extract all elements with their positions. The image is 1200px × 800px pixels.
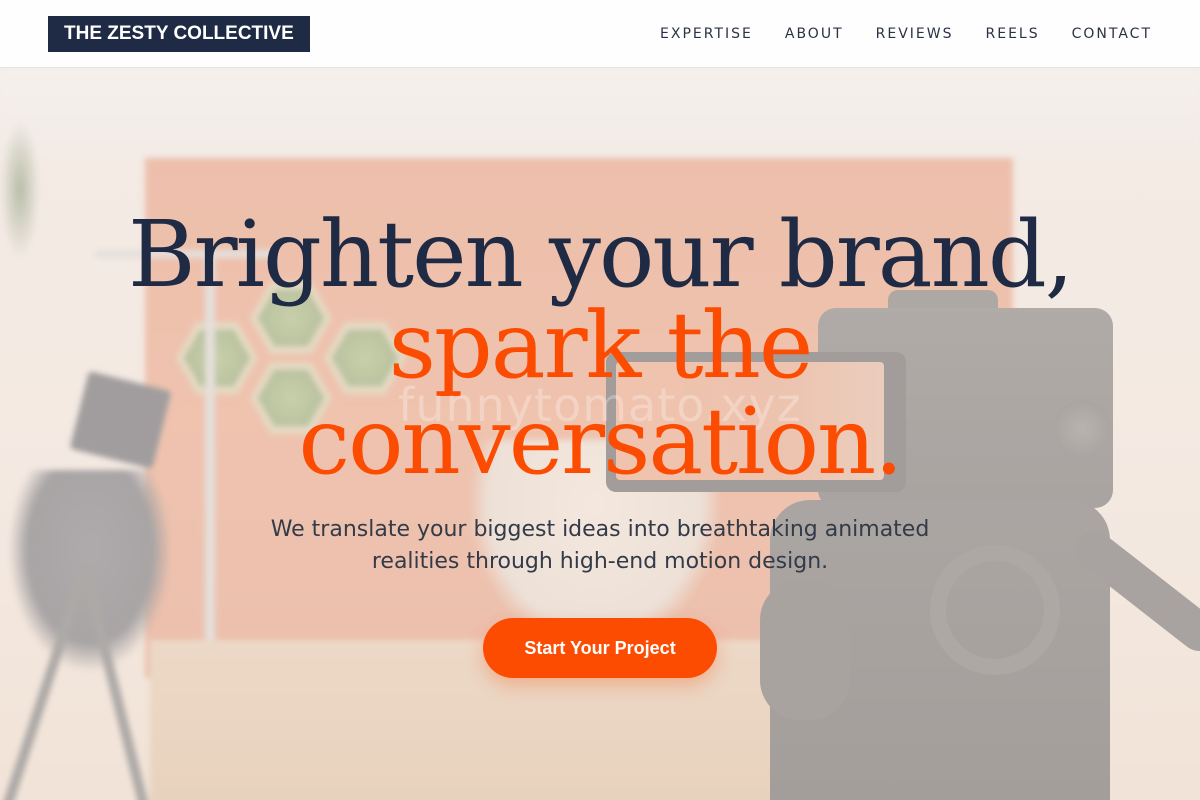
nav-link-reviews[interactable]: REVIEWS — [876, 26, 954, 42]
nav-link-reels[interactable]: REELS — [986, 26, 1040, 42]
start-project-button[interactable]: Start Your Project — [483, 618, 717, 678]
site-header: THE ZESTY COLLECTIVE EXPERTISE ABOUT REV… — [0, 0, 1200, 68]
nav-link-contact[interactable]: CONTACT — [1072, 26, 1152, 42]
main-nav: EXPERTISE ABOUT REVIEWS REELS CONTACT — [628, 26, 1152, 42]
nav-link-about[interactable]: ABOUT — [785, 26, 844, 42]
hero-section: Brighten your brand, spark the funnytoma… — [0, 68, 1200, 800]
headline-line-3: conversation. — [298, 388, 904, 495]
brand-logo[interactable]: THE ZESTY COLLECTIVE — [48, 15, 310, 52]
nav-link-expertise[interactable]: EXPERTISE — [660, 26, 753, 42]
hero-subtext: We translate your biggest ideas into bre… — [270, 517, 930, 574]
